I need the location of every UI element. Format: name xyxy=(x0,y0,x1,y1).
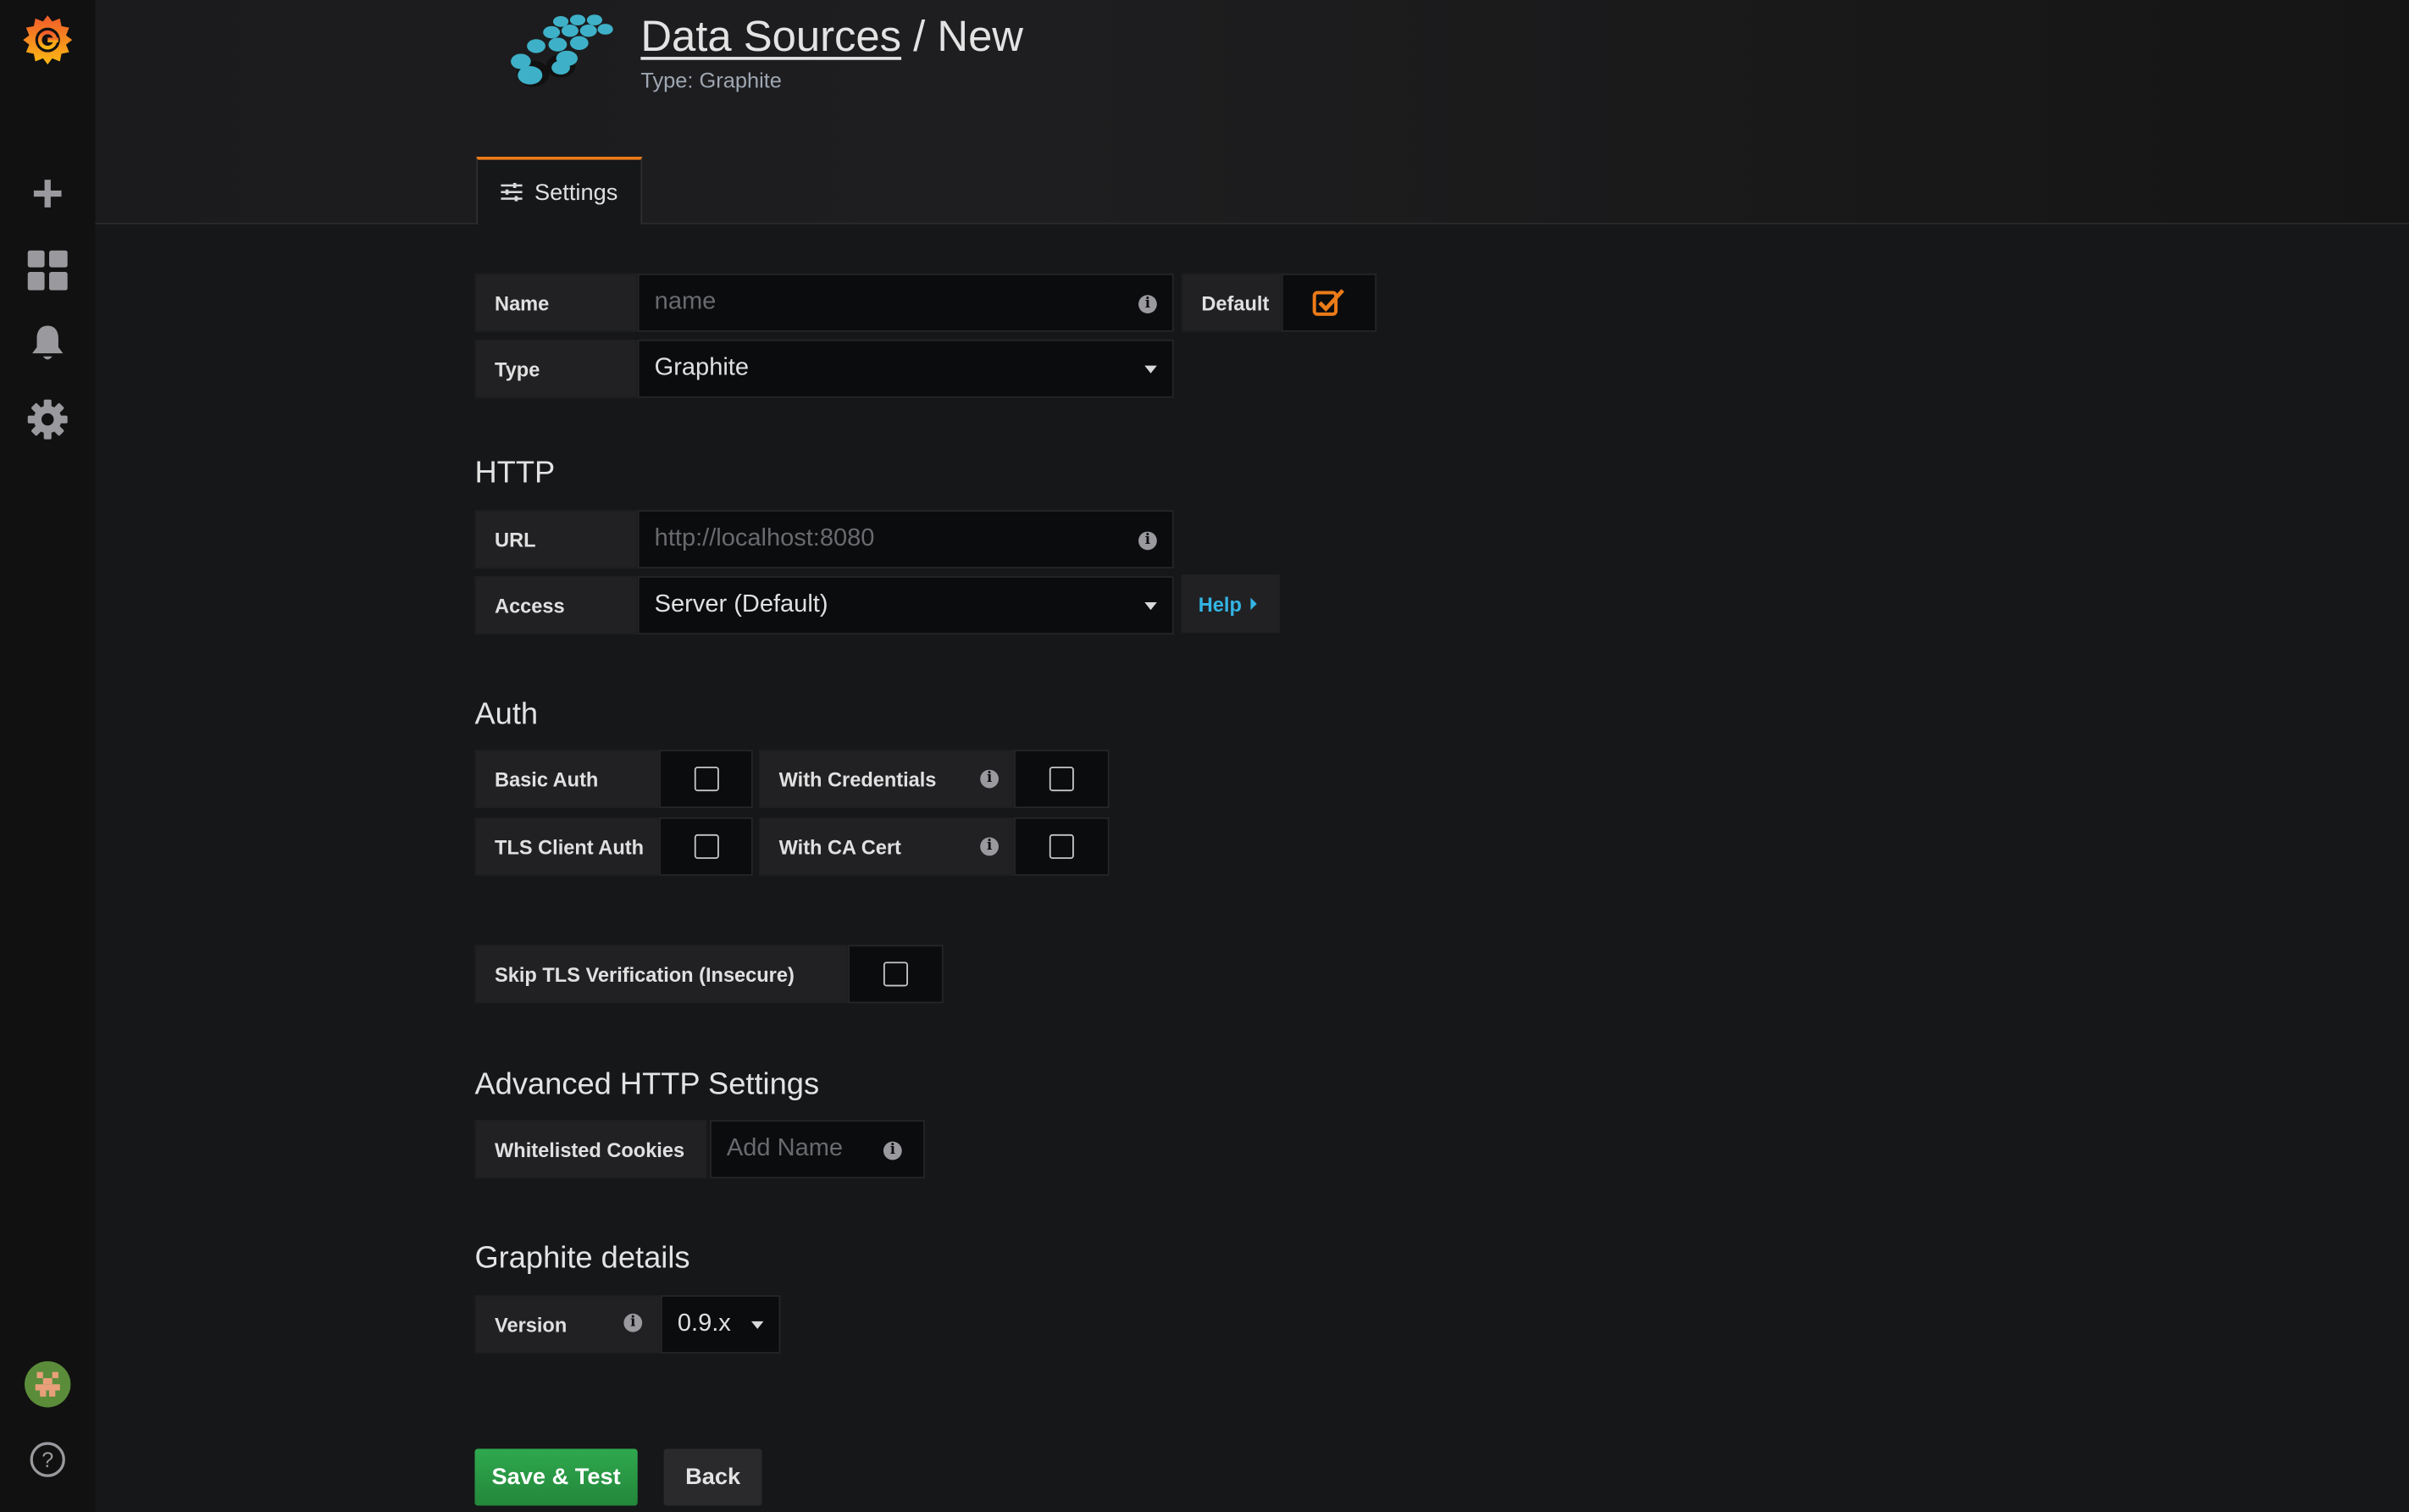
caret-right-icon xyxy=(1250,597,1258,611)
whitelisted-cookies-label: Whitelisted Cookies xyxy=(474,1120,707,1179)
gear-icon[interactable] xyxy=(0,399,95,440)
info-icon[interactable]: i xyxy=(1138,295,1157,314)
help-button[interactable]: Help xyxy=(1181,574,1280,634)
skip-tls-checkbox[interactable] xyxy=(848,944,944,1004)
help-icon[interactable]: ? xyxy=(0,1440,95,1480)
advanced-section-title: Advanced HTTP Settings xyxy=(474,1067,820,1102)
info-icon[interactable]: i xyxy=(623,1313,643,1332)
tls-client-auth-checkbox[interactable] xyxy=(659,817,753,876)
svg-text:?: ? xyxy=(42,1448,53,1472)
http-section-title: HTTP xyxy=(474,456,556,490)
name-label: Name xyxy=(474,273,638,332)
bell-icon[interactable] xyxy=(0,324,95,364)
with-credentials-checkbox[interactable] xyxy=(1014,750,1110,809)
grafana-logo-icon[interactable] xyxy=(0,9,95,71)
default-label: Default xyxy=(1181,273,1282,332)
name-input[interactable]: name xyxy=(637,273,1174,332)
url-input[interactable]: http://localhost:8080 xyxy=(637,510,1174,569)
type-label: Type xyxy=(474,339,638,398)
save-test-button[interactable]: Save & Test xyxy=(474,1448,638,1506)
basic-auth-checkbox[interactable] xyxy=(659,750,753,809)
info-icon[interactable]: i xyxy=(883,1141,902,1160)
basic-auth-label: Basic Auth xyxy=(474,750,660,809)
with-ca-cert-label: With CA Cert xyxy=(759,817,1015,876)
tab-settings[interactable]: Settings xyxy=(476,157,643,224)
sliders-icon xyxy=(501,182,523,202)
info-icon[interactable]: i xyxy=(980,769,999,789)
type-select[interactable]: Graphite xyxy=(637,339,1174,398)
dashboards-icon[interactable] xyxy=(0,250,95,291)
access-label: Access xyxy=(474,576,638,635)
avatar[interactable] xyxy=(0,1360,95,1409)
default-checkbox[interactable] xyxy=(1281,273,1377,332)
access-select[interactable]: Server (Default) xyxy=(637,576,1174,635)
tab-settings-label: Settings xyxy=(534,179,618,206)
back-button[interactable]: Back xyxy=(663,1448,762,1506)
graphite-section-title: Graphite details xyxy=(474,1241,690,1276)
with-credentials-label: With Credentials xyxy=(759,750,1015,809)
breadcrumb-link[interactable]: Data Sources xyxy=(640,13,901,60)
page-title: Data Sources / New xyxy=(640,12,1023,60)
graphite-logo-icon xyxy=(496,13,619,99)
skip-tls-label: Skip TLS Verification (Insecure) xyxy=(474,944,849,1004)
chevron-down-icon xyxy=(750,1321,764,1329)
chevron-down-icon xyxy=(1144,365,1157,374)
tls-client-auth-label: TLS Client Auth xyxy=(474,817,660,876)
page-header xyxy=(95,0,2409,224)
page-subtitle: Type: Graphite xyxy=(640,67,782,92)
title-text: New xyxy=(937,12,1023,60)
url-label: URL xyxy=(474,510,638,569)
plus-icon[interactable] xyxy=(0,175,95,213)
info-icon[interactable]: i xyxy=(980,837,999,856)
checkbox-checked-icon xyxy=(1312,289,1344,316)
sidebar: ? xyxy=(0,0,96,1512)
info-icon[interactable]: i xyxy=(1138,531,1157,551)
chevron-down-icon xyxy=(1144,602,1157,611)
auth-section-title: Auth xyxy=(474,697,539,732)
with-ca-cert-checkbox[interactable] xyxy=(1014,817,1110,876)
